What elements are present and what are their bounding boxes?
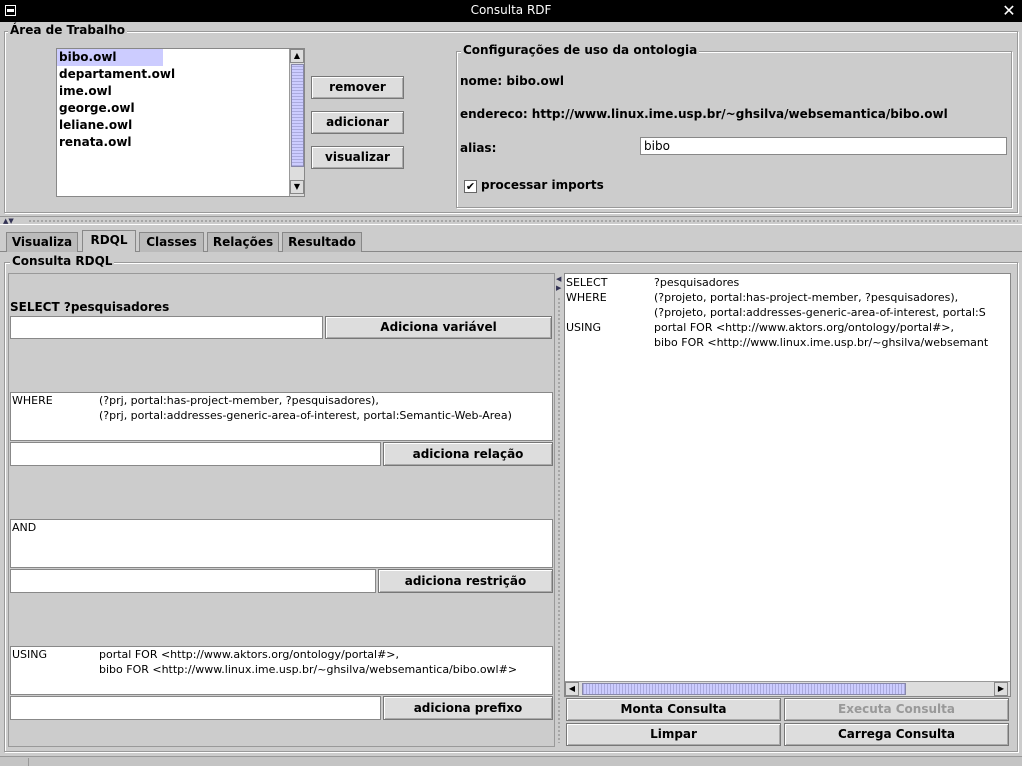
preview-keyword: USING bbox=[566, 321, 602, 334]
query-preview[interactable]: SELECT ?pesquisadores WHERE (?projeto, p… bbox=[564, 273, 1011, 697]
select-clause-label: SELECT ?pesquisadores bbox=[10, 300, 170, 314]
tab-rdql[interactable]: RDQL bbox=[82, 230, 136, 252]
alias-label: alias: bbox=[460, 141, 497, 155]
vertical-splitter[interactable]: ◀ ▶ bbox=[556, 273, 563, 747]
where-line: (?prj, portal:addresses-generic-area-of-… bbox=[99, 409, 512, 422]
load-query-button[interactable]: Carrega Consulta bbox=[784, 723, 1009, 746]
add-restriction-button[interactable]: adiciona restrição bbox=[378, 569, 553, 593]
add-prefix-button[interactable]: adiciona prefixo bbox=[383, 696, 553, 720]
window-title: Consulta RDF bbox=[470, 3, 552, 17]
restriction-input[interactable] bbox=[10, 569, 376, 593]
splitter-grip bbox=[557, 297, 561, 743]
ontology-list-item[interactable]: bibo.owl bbox=[57, 49, 163, 66]
ontology-list-item[interactable]: george.owl bbox=[57, 100, 304, 117]
preview-line: ?pesquisadores bbox=[654, 276, 740, 289]
scroll-thumb[interactable] bbox=[291, 64, 304, 167]
ontology-list-item[interactable]: renata.owl bbox=[57, 134, 304, 151]
config-legend: Configurações de uso da ontologia bbox=[461, 43, 700, 57]
preview-hscrollbar[interactable]: ◀ ▶ bbox=[565, 681, 1010, 696]
preview-keyword: WHERE bbox=[566, 291, 607, 304]
scroll-down-icon[interactable]: ▼ bbox=[290, 180, 304, 194]
preview-keyword: SELECT bbox=[566, 276, 608, 289]
close-icon[interactable]: ✕ bbox=[1000, 2, 1018, 20]
preview-line: bibo FOR <http://www.linux.ime.usp.br/~g… bbox=[654, 336, 989, 349]
execute-query-button[interactable]: Executa Consulta bbox=[784, 698, 1009, 721]
and-textarea[interactable]: AND bbox=[10, 519, 553, 568]
ontology-list-item[interactable]: ime.owl bbox=[57, 83, 304, 100]
where-textarea[interactable]: WHERE (?prj, portal:has-project-member, … bbox=[10, 392, 553, 441]
status-bar-divider bbox=[28, 758, 29, 766]
ontology-list-item[interactable]: departament.owl bbox=[57, 66, 304, 83]
title-bar: Consulta RDF ✕ bbox=[0, 0, 1022, 22]
split-divider[interactable]: ▲▼ bbox=[0, 216, 1022, 225]
workspace-legend: Área de Trabalho bbox=[8, 23, 127, 37]
preview-line: (?projeto, portal:has-project-member, ?p… bbox=[654, 291, 959, 304]
rdql-legend: Consulta RDQL bbox=[10, 254, 115, 268]
tab-resultado[interactable]: Resultado bbox=[282, 232, 362, 252]
scroll-right-icon[interactable]: ▶ bbox=[994, 682, 1008, 696]
where-line: (?prj, portal:has-project-member, ?pesqu… bbox=[99, 394, 379, 407]
status-bar bbox=[0, 756, 1022, 766]
ontology-list-scrollbar[interactable]: ▲ ▼ bbox=[289, 49, 304, 196]
using-textarea[interactable]: USING portal FOR <http://www.aktors.org/… bbox=[10, 646, 553, 695]
add-button[interactable]: adicionar bbox=[311, 111, 404, 134]
ontology-name-label: nome: bibo.owl bbox=[460, 74, 564, 88]
divider-grip bbox=[28, 219, 1018, 223]
preview-line: (?projeto, portal:addresses-generic-area… bbox=[654, 306, 986, 319]
scroll-up-icon[interactable]: ▲ bbox=[290, 49, 304, 63]
ontology-list[interactable]: bibo.owl departament.owl ime.owl george.… bbox=[56, 48, 305, 197]
scroll-left-icon[interactable]: ◀ bbox=[565, 682, 579, 696]
add-relation-button[interactable]: adiciona relação bbox=[383, 442, 553, 466]
process-imports-label: processar imports bbox=[481, 178, 604, 192]
view-button[interactable]: visualizar bbox=[311, 146, 404, 169]
using-keyword: USING bbox=[12, 648, 48, 661]
tab-classes[interactable]: Classes bbox=[139, 232, 204, 252]
remove-button[interactable]: remover bbox=[311, 76, 404, 99]
variable-input[interactable] bbox=[10, 316, 323, 339]
tab-relacoes[interactable]: Relações bbox=[207, 232, 279, 252]
tab-visualiza[interactable]: Visualiza bbox=[6, 232, 78, 252]
divider-arrows-icon[interactable]: ▲▼ bbox=[3, 217, 14, 225]
and-keyword: AND bbox=[12, 521, 37, 534]
ontology-list-item[interactable]: leliane.owl bbox=[57, 117, 304, 134]
prefix-input[interactable] bbox=[10, 696, 381, 720]
using-line: portal FOR <http://www.aktors.org/ontolo… bbox=[99, 648, 400, 661]
clear-button[interactable]: Limpar bbox=[566, 723, 781, 746]
splitter-arrows-icon[interactable]: ◀ ▶ bbox=[556, 275, 561, 293]
relation-input[interactable] bbox=[10, 442, 381, 466]
build-query-button[interactable]: Monta Consulta bbox=[566, 698, 781, 721]
add-variable-button[interactable]: Adiciona variável bbox=[325, 316, 552, 339]
using-line: bibo FOR <http://www.linux.ime.usp.br/~g… bbox=[99, 663, 518, 676]
ontology-address-label: endereco: http://www.linux.ime.usp.br/~g… bbox=[460, 107, 948, 121]
where-keyword: WHERE bbox=[12, 394, 53, 407]
preview-scroll-thumb[interactable] bbox=[582, 683, 906, 695]
process-imports-checkbox[interactable]: ✔ bbox=[464, 180, 477, 193]
preview-line: portal FOR <http://www.aktors.org/ontolo… bbox=[654, 321, 955, 334]
alias-input[interactable]: bibo bbox=[640, 137, 1007, 155]
